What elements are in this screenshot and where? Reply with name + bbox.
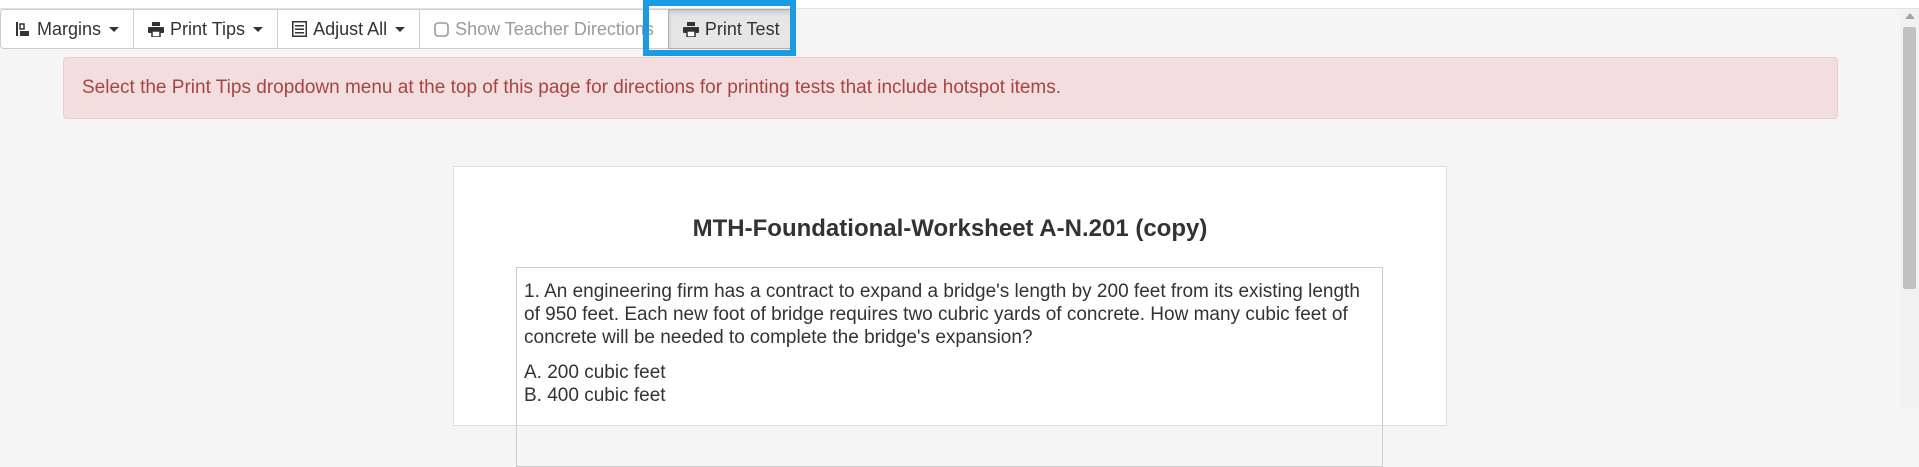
chevron-down-icon [395,26,406,32]
print-toolbar: Margins Print Tips Adjust All Show Teach… [0,9,795,50]
alert-text: Select the Print Tips dropdown menu at t… [82,77,1062,98]
margins-label: Margins [37,18,102,39]
print-tips-label: Print Tips [170,18,246,39]
list-icon [292,21,308,37]
margins-icon [15,21,31,37]
print-tips-dropdown-button[interactable]: Print Tips [133,9,279,49]
scroll-up-arrow-icon[interactable] [1905,13,1915,19]
test-page: MTH-Foundational-Worksheet A-N.201 (copy… [453,166,1447,467]
print-tips-alert: Select the Print Tips dropdown menu at t… [63,57,1838,119]
print-test-button[interactable]: Print Test [667,9,795,49]
checkbox-icon [434,21,449,37]
margins-dropdown-button[interactable]: Margins [0,9,135,49]
question-item[interactable]: 1. An engineering firm has a contract to… [516,267,1383,467]
adjust-all-label: Adjust All [313,18,388,39]
page-title: MTH-Foundational-Worksheet A-N.201 (copy… [692,215,1208,242]
chevron-down-icon [109,26,120,32]
question-stem: 1. An engineering firm has a contract to… [524,281,1360,348]
printer-icon [148,21,165,37]
show-teacher-directions-toggle[interactable]: Show Teacher Directions [419,9,669,49]
answer-choice-b: B. 400 cubic feet [524,385,666,406]
top-strip [0,0,1919,9]
chevron-down-icon [253,26,264,32]
printer-icon [682,21,699,37]
answer-choice-a: A. 200 cubic feet [524,362,666,383]
show-teacher-directions-label: Show Teacher Directions [455,18,654,39]
vertical-scrollbar[interactable] [1900,9,1919,408]
adjust-all-dropdown-button[interactable]: Adjust All [277,9,421,49]
scrollbar-thumb[interactable] [1903,27,1916,289]
print-test-label: Print Test [704,18,780,39]
